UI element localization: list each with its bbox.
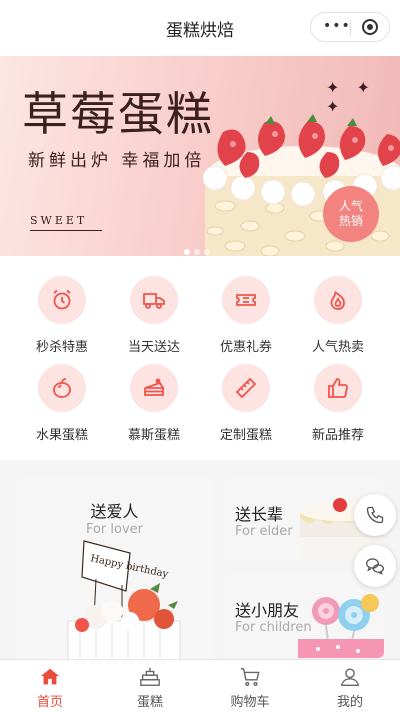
- banner-tag: SWEET: [30, 214, 88, 227]
- cart-icon: [240, 668, 260, 686]
- navigation-bar: 蛋糕烘焙 •••: [0, 0, 400, 56]
- category-title: 送小朋友: [235, 601, 300, 620]
- category-subtitle: For elder: [235, 524, 293, 539]
- phone-contact-button[interactable]: [354, 494, 396, 536]
- mini-program-capsule: •••: [310, 12, 390, 42]
- wechat-icon: [366, 558, 384, 575]
- thumbs-up-icon: [314, 364, 362, 412]
- tab-profile[interactable]: 我的: [300, 660, 400, 712]
- menu-item-label: 定制蛋糕: [219, 428, 272, 443]
- banner-title: 草莓蛋糕: [22, 87, 214, 141]
- menu-item-flash-sale[interactable]: 秒杀特惠: [12, 256, 112, 355]
- close-program-icon[interactable]: [362, 19, 378, 35]
- delivery-truck-icon: [130, 276, 178, 324]
- tab-home[interactable]: 首页: [0, 660, 100, 712]
- coupon-ticket-icon: [222, 276, 270, 324]
- cake-slice-icon: [130, 364, 178, 412]
- badge-line-1: 人气: [338, 199, 363, 213]
- home-icon: [40, 668, 60, 685]
- tab-bar: 首页 蛋糕 购物车 我的: [0, 659, 400, 712]
- menu-item-fruit-cake[interactable]: 水果蛋糕: [12, 344, 112, 443]
- category-card-lover[interactable]: 送爱人 For lover Happy birthday: [16, 477, 213, 667]
- phone-icon: [366, 506, 384, 524]
- category-title: 送爱人: [90, 502, 139, 521]
- category-subtitle: For lover: [85, 522, 144, 537]
- carousel-dot[interactable]: [194, 249, 200, 255]
- hot-sale-badge: 人气 热销: [323, 186, 379, 242]
- capsule-divider: [350, 20, 351, 36]
- menu-item-coupon[interactable]: 优惠礼券: [196, 256, 296, 355]
- menu-item-new[interactable]: 新品推荐: [288, 344, 388, 443]
- menu-item-custom-cake[interactable]: 定制蛋糕: [196, 344, 296, 443]
- menu-item-mousse-cake[interactable]: 慕斯蛋糕: [104, 344, 204, 443]
- tab-label: 蛋糕: [136, 695, 163, 710]
- menu-item-label: 水果蛋糕: [35, 428, 88, 443]
- banner-tag-underline: [30, 230, 102, 231]
- hero-banner[interactable]: 草莓蛋糕 新鲜出炉 幸福加倍 SWEET ✦ ✦ ✦ 人气 热销: [0, 56, 400, 256]
- cake-icon: [140, 667, 160, 686]
- menu-item-hot[interactable]: 人气热卖: [288, 256, 388, 355]
- menu-item-label: 新品推荐: [311, 428, 364, 443]
- tab-label: 首页: [36, 695, 63, 710]
- children-cake-image: [298, 594, 384, 658]
- category-title: 送长辈: [235, 505, 284, 524]
- peach-icon: [38, 364, 86, 412]
- feature-menu-grid: 秒杀特惠 当天送达 优惠礼券 人气热卖 水果蛋糕 慕斯蛋糕 定制蛋糕 新品推荐: [0, 256, 400, 460]
- user-icon: [340, 668, 360, 686]
- menu-item-label: 慕斯蛋糕: [127, 428, 180, 443]
- category-card-children[interactable]: 送小朋友 For children: [224, 573, 384, 658]
- tab-cake[interactable]: 蛋糕: [100, 660, 200, 712]
- carousel-indicator: [182, 240, 212, 256]
- tab-label: 购物车: [230, 695, 270, 710]
- stars-decoration: ✦ ✦ ✦: [326, 78, 376, 116]
- tab-cart[interactable]: 购物车: [200, 660, 300, 712]
- menu-item-same-day[interactable]: 当天送达: [104, 256, 204, 355]
- more-menu-icon[interactable]: •••: [323, 18, 351, 34]
- tab-label: 我的: [336, 695, 363, 710]
- banner-subtitle: 新鲜出炉 幸福加倍: [28, 151, 206, 171]
- ruler-icon: [222, 364, 270, 412]
- wechat-contact-button[interactable]: [354, 545, 396, 587]
- birthday-cake-image: Happy birthday: [67, 540, 181, 667]
- badge-line-2: 热销: [338, 214, 363, 228]
- alarm-clock-icon: [38, 276, 86, 324]
- fire-icon: [314, 276, 362, 324]
- carousel-dot[interactable]: [184, 249, 190, 255]
- carousel-dot[interactable]: [204, 249, 210, 255]
